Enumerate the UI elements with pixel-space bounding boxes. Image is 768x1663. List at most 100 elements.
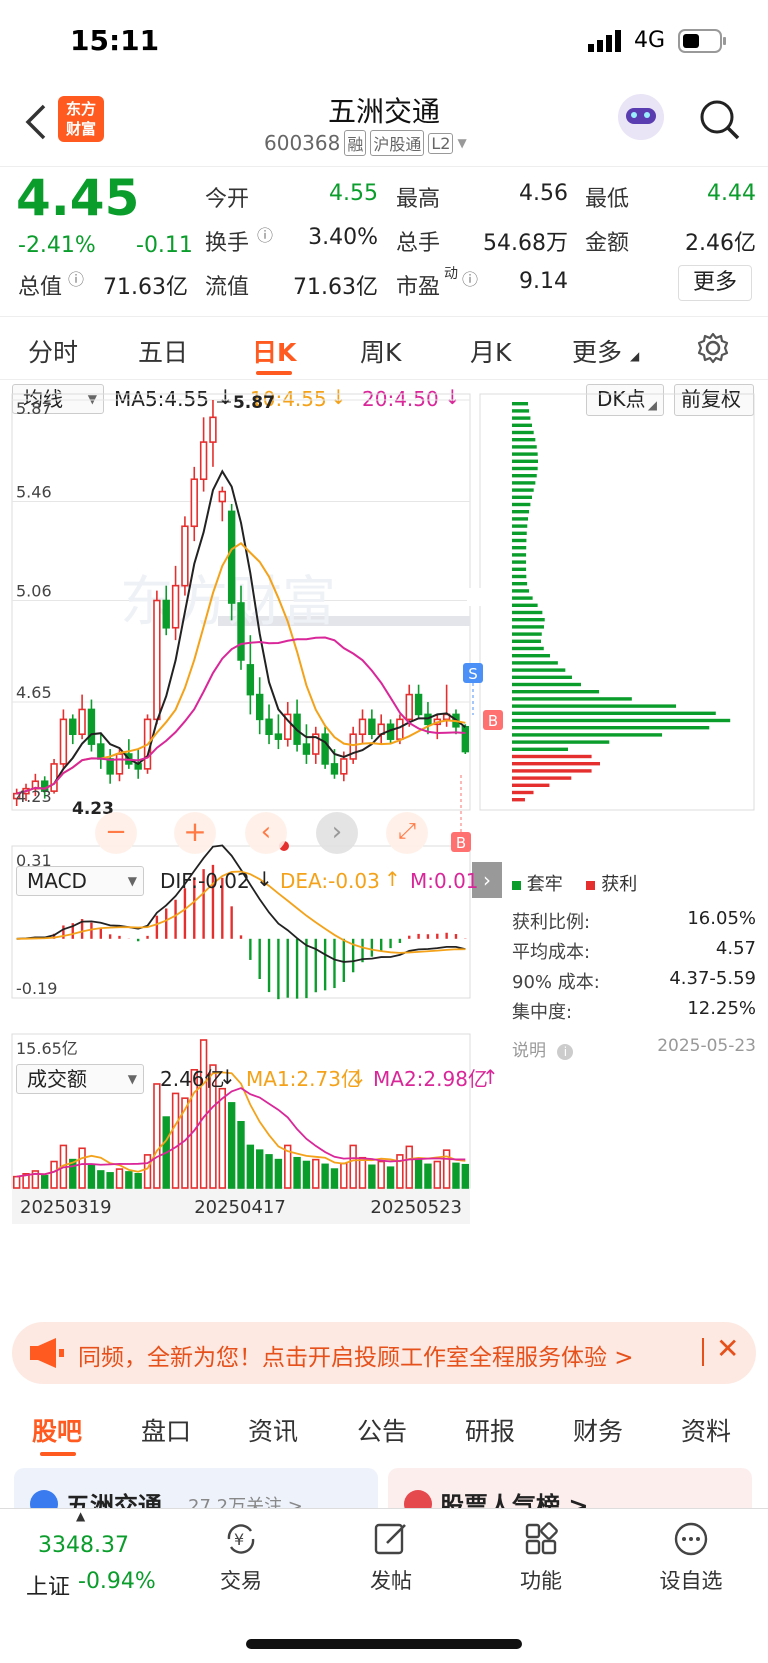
volume-bar: [321, 1163, 329, 1189]
tabbar-features[interactable]: 功能: [491, 1519, 591, 1595]
buy-signal-text: B: [456, 834, 466, 852]
network-type: 4G: [634, 28, 666, 53]
candle-body: [340, 758, 348, 775]
tab-profile[interactable]: 资料: [681, 1412, 731, 1448]
label-market-cap: 总值: [18, 275, 63, 300]
index-value[interactable]: 3348.37: [38, 1533, 129, 1558]
zoom-out-button[interactable]: −: [95, 812, 137, 854]
chip-bar: [512, 582, 528, 586]
tab-weekly-k[interactable]: 周K: [360, 333, 401, 369]
y-tick-label: 4.65: [16, 683, 52, 702]
forum-card[interactable]: 五洲交通 27.2万关注 >: [14, 1468, 378, 1508]
chip-bar: [512, 798, 525, 802]
assistant-avatar[interactable]: [618, 94, 664, 140]
forum-card-title: 五洲交通: [66, 1492, 162, 1508]
volume-bar: [134, 1173, 142, 1189]
buy-signal-text: B: [488, 712, 498, 730]
change-percent: -2.41%: [18, 233, 96, 258]
tab-announcements[interactable]: 公告: [357, 1412, 407, 1448]
chip-bar: [512, 438, 536, 442]
tab-finance[interactable]: 财务: [573, 1412, 623, 1448]
tabbar-watchlist[interactable]: 设自选: [641, 1519, 741, 1595]
stock-code: 600368: [264, 131, 341, 155]
chip-bar: [512, 452, 538, 456]
chip-bar: [512, 654, 550, 658]
volume-bar: [97, 1170, 105, 1189]
info-icon: i: [557, 1044, 574, 1060]
search-icon[interactable]: [698, 98, 742, 142]
candle-body: [302, 743, 311, 755]
zoom-in-button[interactable]: +: [174, 812, 216, 854]
candle-body: [330, 763, 339, 775]
volume-bar: [377, 1160, 385, 1189]
macd-selector-label: MACD: [27, 869, 87, 893]
chip-note[interactable]: 说明 i: [512, 1036, 574, 1061]
info-icon[interactable]: ⓘ: [462, 266, 478, 290]
popularity-card-icon: [404, 1490, 432, 1508]
candle-body: [69, 718, 77, 736]
tab-research[interactable]: 研报: [465, 1412, 515, 1448]
scroll-left-button[interactable]: ‹: [245, 812, 287, 854]
candle-body: [153, 599, 161, 721]
chip-bar: [512, 416, 531, 420]
period-tabs: 分时 五日 日K 周K 月K 更多 ◢: [0, 316, 768, 380]
chip-bar: [512, 553, 527, 557]
chip-value-profit-ratio: 16.05%: [687, 908, 756, 929]
section-tabs: 股吧 盘口 资讯 公告 研报 财务 资料: [0, 1398, 768, 1458]
tab-forum[interactable]: 股吧: [32, 1412, 82, 1448]
more-quote-button[interactable]: 更多: [678, 265, 752, 301]
volume-y-top: 15.65亿: [16, 1039, 78, 1058]
tabbar-post[interactable]: 发帖: [341, 1519, 441, 1595]
pe-dynamic-sup: 动: [444, 266, 458, 282]
candle-body: [181, 525, 189, 587]
value-turnover: 3.40%: [308, 225, 378, 250]
candle-body: [349, 733, 357, 760]
chip-bar: [512, 618, 545, 622]
volume-bar: [115, 1168, 124, 1189]
info-icon[interactable]: ⓘ: [257, 222, 273, 246]
macd-selector[interactable]: MACD ▼: [16, 866, 144, 896]
volume-bar: [237, 1121, 245, 1189]
volume-bar: [227, 1102, 236, 1189]
settings-gear-icon[interactable]: [696, 331, 730, 365]
tab-intraday[interactable]: 分时: [28, 333, 78, 369]
home-indicator: [246, 1639, 522, 1649]
badge-margin: 融: [344, 130, 367, 156]
chip-bar: [512, 625, 544, 629]
value-open: 4.55: [329, 181, 378, 206]
promo-banner[interactable]: 同频，全新为您！点击开启投顾工作室全程服务体验 > ✕: [12, 1322, 756, 1384]
volume-bar: [246, 1144, 255, 1189]
sell-signal-text: S: [468, 665, 478, 683]
volume-selector[interactable]: 成交额 ▼: [16, 1064, 144, 1094]
chip-label-avg-cost: 平均成本:: [512, 942, 591, 963]
candle-body: [199, 441, 208, 481]
tab-more[interactable]: 更多: [572, 333, 622, 369]
scroll-right-button[interactable]: ›: [316, 812, 358, 854]
tab-news[interactable]: 资讯: [248, 1412, 298, 1448]
volume-bar: [302, 1160, 311, 1189]
close-icon[interactable]: ✕: [716, 1332, 739, 1365]
caret-down-icon: ▼: [127, 1072, 137, 1086]
app-logo[interactable]: 东方财富: [58, 96, 104, 142]
tabbar-trade[interactable]: ¥ 交易: [191, 1519, 291, 1595]
candle-body: [209, 416, 217, 443]
info-icon[interactable]: ⓘ: [68, 266, 84, 290]
candle-body: [115, 753, 124, 775]
fullscreen-icon[interactable]: ⤢: [386, 812, 428, 854]
chip-bar: [512, 690, 600, 694]
popularity-card[interactable]: 股票人气榜 >: [388, 1468, 752, 1508]
stock-code-row[interactable]: 600368 融 沪股通 L2 ▼: [264, 130, 467, 156]
back-icon[interactable]: [22, 102, 50, 142]
chip-label-concentration: 集中度:: [512, 1002, 573, 1023]
tab-monthly-k[interactable]: 月K: [470, 333, 511, 369]
tab-daily-k[interactable]: 日K: [252, 333, 296, 369]
chip-bar: [512, 466, 538, 471]
y-tick-label: 4.23: [16, 787, 52, 806]
tab-five-day[interactable]: 五日: [138, 333, 188, 369]
value-market-cap: 71.63亿: [103, 275, 188, 300]
chip-bar: [512, 531, 527, 535]
chip-bar: [512, 546, 527, 550]
tab-orderbook[interactable]: 盘口: [141, 1412, 191, 1448]
label-turnover: 换手: [205, 231, 250, 256]
tabbar-features-label: 功能: [520, 1569, 562, 1593]
